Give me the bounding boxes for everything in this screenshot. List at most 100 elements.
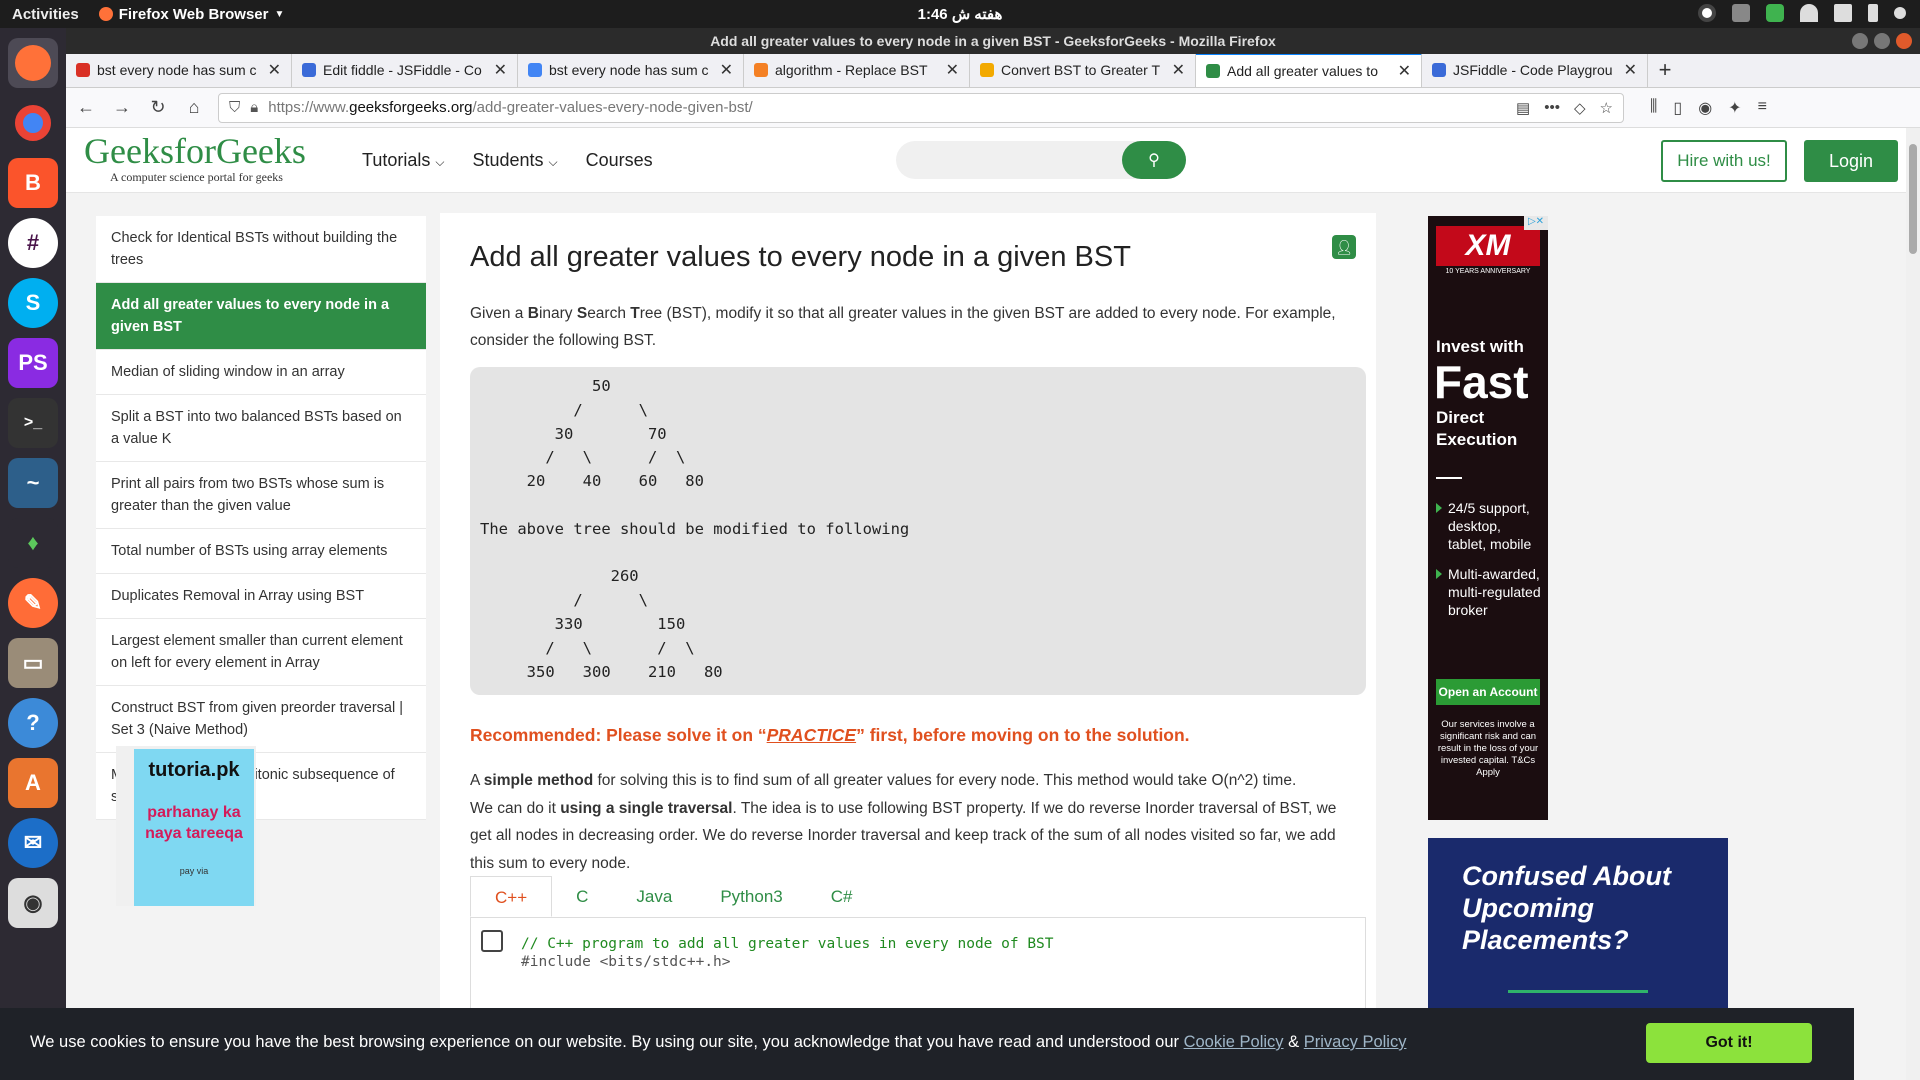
app-menu[interactable]: Firefox Web Browser ▼: [98, 6, 284, 23]
close-window-icon[interactable]: [1896, 33, 1912, 49]
main-menu: Tutorials ⌵ Students ⌵ Courses: [362, 150, 653, 171]
account-icon[interactable]: ◉: [1698, 98, 1712, 118]
user-profile-icon[interactable]: 👤︎: [1332, 235, 1356, 259]
slack-tray-icon[interactable]: [1732, 4, 1750, 22]
hamburger-menu-icon[interactable]: ≡: [1758, 98, 1767, 118]
menu-students[interactable]: Students ⌵: [472, 150, 557, 171]
gfg-logo[interactable]: GeeksforGeeks A computer science portal …: [84, 132, 306, 185]
sidebar-article-link[interactable]: Print all pairs from two BSTs whose sum …: [96, 462, 426, 529]
browser-tab[interactable]: algorithm - Replace BST ✕: [744, 53, 970, 87]
slack-launcher-icon[interactable]: #: [8, 218, 58, 268]
sidebar-article-link[interactable]: Median of sliding window in an array: [96, 350, 426, 395]
privacy-policy-link[interactable]: Privacy Policy: [1304, 1033, 1407, 1051]
speaker-launcher-icon[interactable]: ◉: [8, 878, 58, 928]
tutoria-ad[interactable]: tutoria.pk parhanay ka naya tareeqa pay …: [116, 746, 256, 906]
browser-tab[interactable]: bst every node has sum c ✕: [66, 53, 292, 87]
reader-view-icon[interactable]: ▤: [1516, 99, 1530, 117]
help-launcher-icon[interactable]: ?: [8, 698, 58, 748]
power-menu-icon[interactable]: [1894, 7, 1906, 19]
forward-icon[interactable]: →: [110, 97, 134, 118]
browser-tab[interactable]: bst every node has sum c ✕: [518, 53, 744, 87]
divider: [1436, 477, 1462, 479]
pocket-icon[interactable]: ◇: [1574, 99, 1586, 117]
bookmark-star-icon[interactable]: ☆: [1600, 99, 1613, 117]
sidebar-article-link[interactable]: Add all greater values to every node in …: [96, 283, 426, 350]
extension-icon[interactable]: ✦: [1728, 98, 1741, 118]
lock-icon[interactable]: 🔒︎: [250, 99, 258, 116]
volume-icon[interactable]: [1834, 4, 1852, 22]
login-button[interactable]: Login: [1804, 140, 1898, 182]
practice-link[interactable]: PRACTICE: [767, 725, 856, 745]
page-actions-icon[interactable]: •••: [1544, 99, 1560, 117]
close-tab-icon[interactable]: ✕: [946, 60, 959, 80]
sidebar-article-link[interactable]: Check for Identical BSTs without buildin…: [96, 216, 426, 283]
gitkraken-launcher-icon[interactable]: ♦: [8, 518, 58, 568]
ad-choices-icon[interactable]: ▷✕: [1524, 216, 1548, 230]
menu-courses[interactable]: Courses: [586, 150, 653, 171]
sidebar-article-link[interactable]: Total number of BSTs using array element…: [96, 529, 426, 574]
phpstorm-launcher-icon[interactable]: PS: [8, 338, 58, 388]
activities-button[interactable]: Activities: [12, 6, 79, 23]
battery-icon[interactable]: [1868, 4, 1878, 22]
search-icon[interactable]: ⚲: [1122, 141, 1186, 179]
code-tab[interactable]: Python3: [696, 876, 806, 917]
tab-favicon-icon: [1206, 64, 1220, 78]
code-tab[interactable]: C++: [470, 876, 553, 917]
chrome-tray-icon[interactable]: [1698, 4, 1716, 22]
code-tab[interactable]: C#: [807, 876, 877, 917]
cookie-policy-link[interactable]: Cookie Policy: [1184, 1033, 1284, 1051]
close-tab-icon[interactable]: ✕: [720, 60, 733, 80]
close-tab-icon[interactable]: ✕: [494, 60, 507, 80]
hire-with-us-button[interactable]: Hire with us!: [1661, 140, 1787, 182]
wifi-icon[interactable]: [1800, 4, 1818, 22]
sidebar-article-link[interactable]: Duplicates Removal in Array using BST: [96, 574, 426, 619]
browser-tab[interactable]: Convert BST to Greater T ✕: [970, 53, 1196, 87]
sidebar-article-link[interactable]: Largest element smaller than current ele…: [96, 619, 426, 686]
mysql-workbench-launcher-icon[interactable]: ~: [8, 458, 58, 508]
menu-tutorials[interactable]: Tutorials ⌵: [362, 150, 444, 171]
library-icon[interactable]: ⫼: [1650, 98, 1657, 118]
reload-icon[interactable]: ↻: [146, 97, 170, 118]
close-tab-icon[interactable]: ✕: [1172, 60, 1185, 80]
thunderbird-launcher-icon[interactable]: ✉: [8, 818, 58, 868]
sidebar-article-link[interactable]: Split a BST into two balanced BSTs based…: [96, 395, 426, 462]
chevron-down-icon: ⌵: [435, 155, 445, 169]
scrollbar-thumb[interactable]: [1909, 144, 1917, 254]
browser-tab[interactable]: Edit fiddle - JSFiddle - Co ✕: [292, 53, 518, 87]
code-tab[interactable]: C: [552, 876, 612, 917]
chrome-launcher-icon[interactable]: [8, 98, 58, 148]
software-center-launcher-icon[interactable]: A: [8, 758, 58, 808]
terminal-launcher-icon[interactable]: >_: [8, 398, 58, 448]
code-tab[interactable]: Java: [612, 876, 696, 917]
close-tab-icon[interactable]: ✕: [1624, 60, 1637, 80]
tab-title: Add all greater values to: [1227, 63, 1378, 79]
browser-tab[interactable]: JSFiddle - Code Playgrou ✕: [1422, 53, 1648, 87]
close-tab-icon[interactable]: ✕: [1398, 61, 1411, 81]
clock[interactable]: 1:46 هفته ش: [0, 5, 1920, 23]
maximize-icon[interactable]: [1874, 33, 1890, 49]
back-icon[interactable]: ←: [74, 97, 98, 118]
open-account-button[interactable]: Open an Account: [1436, 679, 1540, 705]
firefox-launcher-icon[interactable]: [8, 38, 58, 88]
home-icon[interactable]: ⌂: [182, 97, 206, 118]
brave-launcher-icon[interactable]: B: [8, 158, 58, 208]
tab-favicon-icon: [1432, 63, 1446, 77]
new-tab-icon[interactable]: +: [1648, 53, 1682, 87]
page-scrollbar[interactable]: [1906, 128, 1920, 1080]
tracking-shield-icon[interactable]: ⛉: [229, 99, 240, 116]
sidebar-article-link[interactable]: Construct BST from given preorder traver…: [96, 686, 426, 753]
search-input[interactable]: ⚲: [896, 141, 1186, 179]
copy-icon[interactable]: [481, 930, 503, 952]
sidebar-toggle-icon[interactable]: ▯: [1673, 98, 1682, 118]
files-launcher-icon[interactable]: ▭: [8, 638, 58, 688]
minimize-icon[interactable]: [1852, 33, 1868, 49]
update-check-icon[interactable]: [1766, 4, 1784, 22]
close-tab-icon[interactable]: ✕: [268, 60, 281, 80]
method-description: A simple method for solving this is to f…: [470, 772, 1337, 872]
browser-tab[interactable]: Add all greater values to ✕: [1196, 53, 1422, 87]
skype-launcher-icon[interactable]: S: [8, 278, 58, 328]
got-it-button[interactable]: Got it!: [1646, 1023, 1812, 1063]
address-bar[interactable]: ⛉ 🔒︎ https://www.geeksforgeeks.org/add-g…: [218, 92, 1624, 123]
postman-launcher-icon[interactable]: ✎: [8, 578, 58, 628]
xm-ad[interactable]: ▷✕ XM 10 YEARS ANNIVERSARY Invest with F…: [1428, 216, 1548, 820]
